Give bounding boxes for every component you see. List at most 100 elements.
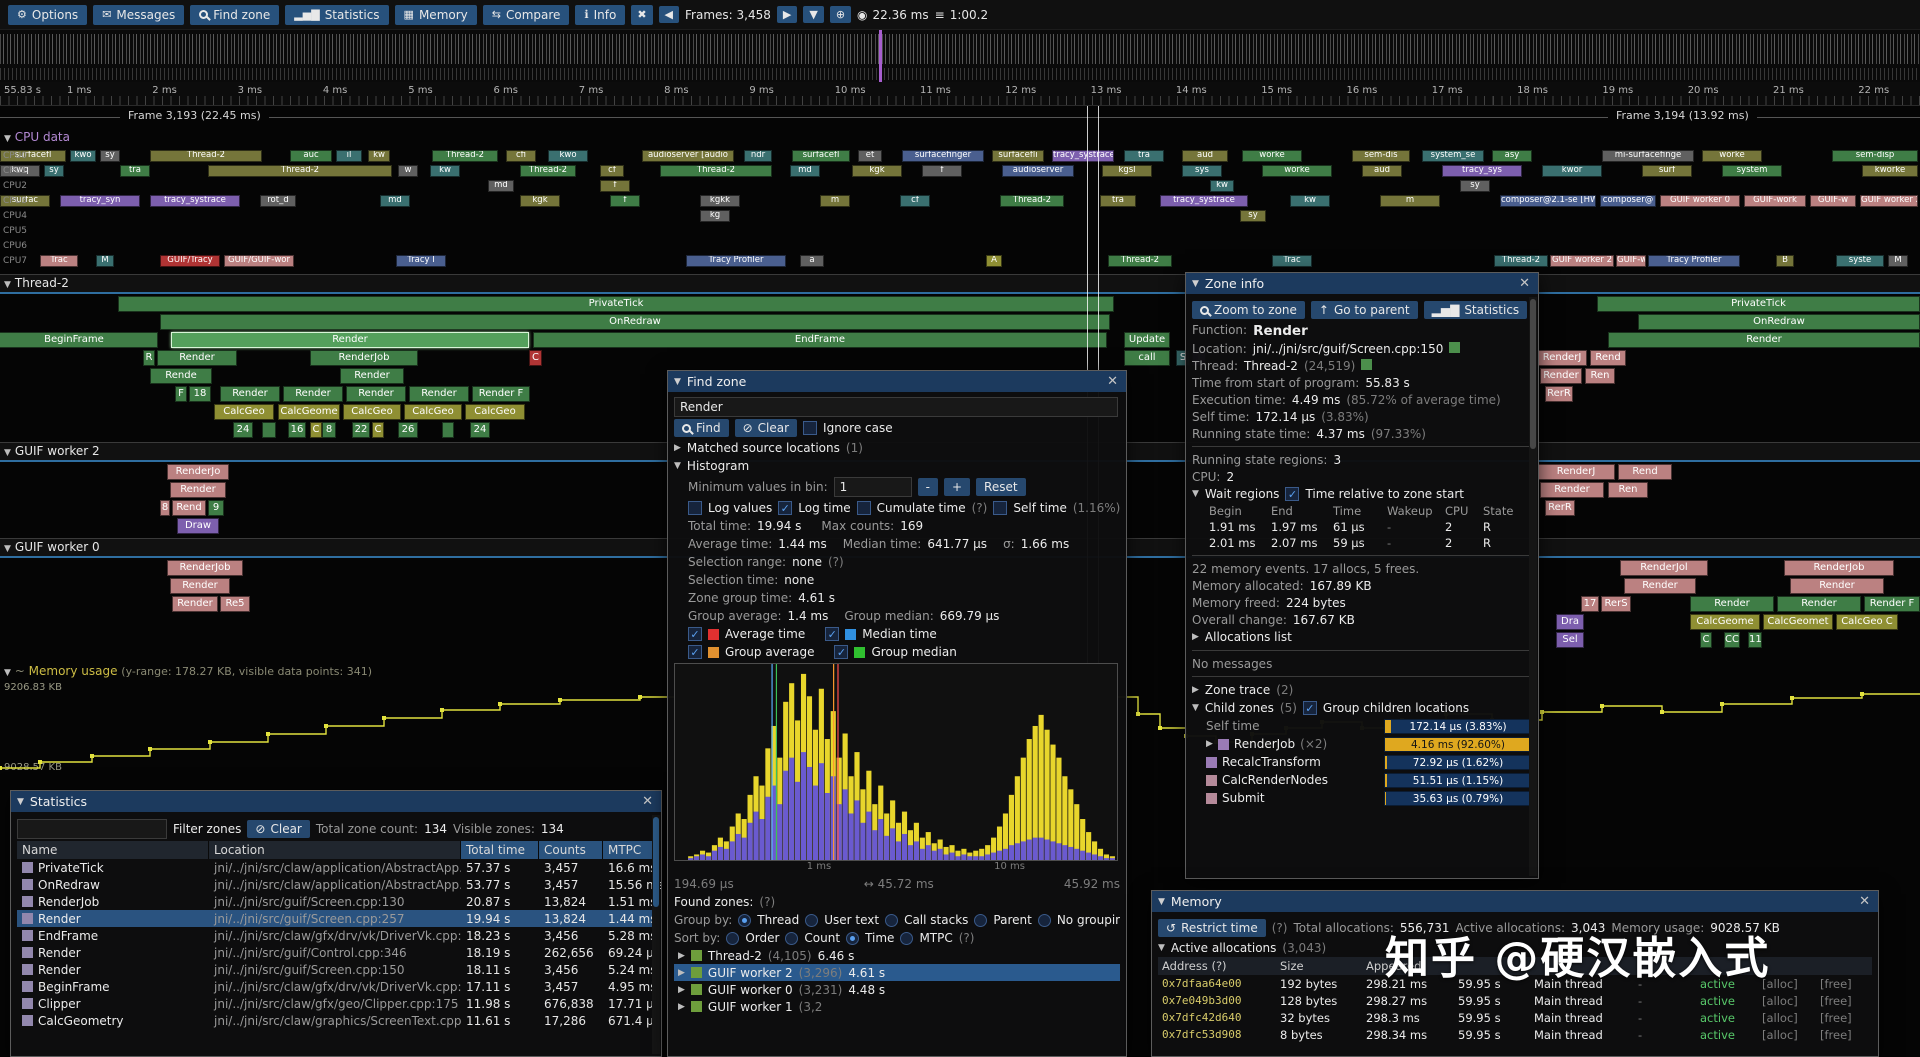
zone-bar[interactable]: 24 <box>233 422 253 438</box>
zone-bar[interactable]: Render <box>1777 596 1861 612</box>
zone-bar[interactable]: Render <box>220 386 280 402</box>
cpu-zone[interactable]: composer@ <box>1600 195 1656 207</box>
cpu-zone[interactable]: tracy_systrace <box>1052 150 1114 162</box>
cpu-zone[interactable]: audioserver [audio <box>642 150 734 162</box>
ignore-case-checkbox[interactable]: ✓ <box>803 421 817 435</box>
zone-bar[interactable]: 8 <box>160 500 170 516</box>
zone-bar[interactable]: Render <box>1608 332 1920 348</box>
zone-bar[interactable]: Render <box>172 596 218 612</box>
cpu-zone[interactable]: GUIF worker 2 <box>1860 195 1918 207</box>
zone-bar[interactable]: 9 <box>208 500 224 516</box>
found-zone-group[interactable]: ▶GUIF worker 1(3,2 <box>674 998 1120 1015</box>
cpu-zone[interactable]: Trac <box>40 255 78 267</box>
cpu-zone[interactable]: audioserver <box>1002 165 1074 177</box>
cpu-zone[interactable]: kg <box>700 210 730 222</box>
table-row[interactable]: Renderjni/../jni/src/guif/Screen.cpp:150… <box>17 961 655 978</box>
toolbar-button-statistics[interactable]: ▂▅▇Statistics <box>285 5 388 25</box>
scrollbar[interactable] <box>1529 297 1537 876</box>
cpu-zone[interactable]: surfacefl <box>792 150 850 162</box>
column-header-size[interactable]: Size <box>1276 957 1362 975</box>
column-header-address-[interactable]: Address (?) <box>1158 957 1276 975</box>
zone-bar[interactable]: RerR <box>1545 386 1573 402</box>
series-checkbox-group-median[interactable]: ✓ <box>834 645 848 659</box>
cpu-zone[interactable]: f <box>600 180 630 192</box>
zone-bar[interactable]: RenderJob <box>1784 560 1894 576</box>
cpu-zone[interactable]: asy <box>1492 150 1532 162</box>
cpu-zone[interactable]: Thread-2 <box>150 150 262 162</box>
cpu-zone[interactable]: w <box>398 165 418 177</box>
radio-thread[interactable] <box>738 914 751 927</box>
zoom-to-zone-button[interactable]: Zoom to zone <box>1192 301 1305 319</box>
memory-usage-header[interactable]: ▼ ~ Memory usage (y-range: 178.27 KB, vi… <box>4 664 372 678</box>
cpu-zone[interactable]: tracy_systrace <box>150 195 240 207</box>
cpu-zone[interactable]: Thread-2 <box>432 150 498 162</box>
cpu-zone[interactable]: tracy_systrace <box>1160 195 1248 207</box>
allocation-row[interactable]: 0x7dfc42d64032 bytes298.3 ms59.95 sMain … <box>1158 1009 1872 1026</box>
cpu-zone[interactable]: Thread-2 <box>1108 255 1172 267</box>
close-icon[interactable]: ✕ <box>1857 894 1872 909</box>
cpu-zone[interactable]: Thread-2 <box>208 165 392 177</box>
cpu-zone[interactable]: tra <box>1100 195 1136 207</box>
zone-bar[interactable] <box>442 422 454 438</box>
thread-value[interactable]: Thread-2 <box>1244 359 1298 373</box>
close-icon[interactable]: ✕ <box>1517 276 1532 291</box>
cpu-zone[interactable]: M <box>96 255 114 267</box>
cpu-zone[interactable]: m <box>820 195 850 207</box>
zone-bar[interactable] <box>262 422 276 438</box>
zone-bar[interactable]: call <box>1124 350 1170 366</box>
cpu-zone[interactable]: rot_d <box>260 195 296 207</box>
wait-regions-header[interactable]: ▼ Wait regions ✓ Time relative to zone s… <box>1192 485 1532 503</box>
zone-bar[interactable]: Re5 <box>220 596 250 612</box>
histogram[interactable] <box>674 663 1118 861</box>
allocation-row[interactable]: 0x7dfc53d9088 bytes298.34 ms59.95 sMain … <box>1158 1026 1872 1043</box>
zone-bar[interactable]: 18 <box>189 386 211 402</box>
zone-bar[interactable]: CalcGeo <box>343 404 401 420</box>
zone-bar[interactable]: Rend <box>1590 350 1626 366</box>
frame-overview-strip[interactable] <box>0 30 1920 82</box>
cpu-zone[interactable]: kgk <box>852 165 902 177</box>
zone-bar[interactable]: Draw <box>177 518 219 534</box>
cpu-zone[interactable]: md <box>790 165 820 177</box>
collapse-icon[interactable]: ▼ <box>1158 897 1165 907</box>
cpu-zone[interactable]: f <box>922 165 962 177</box>
column-header-counts[interactable]: Counts <box>539 841 603 859</box>
zone-bar[interactable]: C <box>1700 632 1712 648</box>
cpu-zone[interactable]: cf <box>600 165 624 177</box>
zone-bar[interactable]: PrivateTick <box>1597 296 1920 312</box>
cpu-zone[interactable]: et <box>858 150 882 162</box>
cpu-zone[interactable]: md <box>380 195 410 207</box>
frame-label-b[interactable]: Frame 3,194 (13.92 ms) <box>1608 109 1757 122</box>
radio-call-stacks[interactable] <box>885 914 898 927</box>
cpu-zone[interactable]: a <box>800 255 824 267</box>
clear-button[interactable]: ⊘Clear <box>735 419 797 437</box>
cpu-zone[interactable]: M <box>1888 255 1908 267</box>
child-zones-header[interactable]: ▼ Child zones (5) ✓ Group children locat… <box>1192 699 1532 717</box>
location-value[interactable]: jni/../jni/src/guif/Screen.cpp:150 <box>1253 342 1444 356</box>
cpu-zone[interactable]: kwo <box>548 150 588 162</box>
cpu-zone[interactable]: GUIF/Tracy <box>160 255 220 267</box>
time-ruler[interactable]: 55.83 s 1 ms2 ms3 ms4 ms5 ms6 ms7 ms8 ms… <box>0 82 1920 106</box>
zone-bar[interactable]: EndFrame <box>533 332 1107 348</box>
zone-bar[interactable]: F <box>175 386 187 402</box>
cpu-zone[interactable]: tra <box>120 165 150 177</box>
zone-bar[interactable]: Ren <box>1585 368 1615 384</box>
cpu-zone[interactable]: sy <box>44 165 64 177</box>
found-zone-group[interactable]: ▶GUIF worker 2(3,296)4.61 s <box>674 964 1120 981</box>
cpu-zone[interactable]: tracy_sys <box>1442 165 1522 177</box>
zone-bar[interactable]: CalcGeo <box>465 404 525 420</box>
cpu-zone[interactable]: kgkk <box>700 195 740 207</box>
zone-bar[interactable]: Rend <box>1618 464 1672 480</box>
found-zone-group[interactable]: ▶Thread-2(4,105)6.46 s <box>674 947 1120 964</box>
focus-frame-button[interactable]: ⊕ <box>830 6 851 23</box>
cpu-zone[interactable]: kwor <box>1542 165 1602 177</box>
thread-header-thread-2[interactable]: ▼Thread-2 <box>0 274 1920 292</box>
cpu-zone[interactable]: sem-dis <box>1352 150 1410 162</box>
statistics-titlebar[interactable]: ▼ Statistics ✕ <box>11 791 661 812</box>
zone-bar[interactable]: Render <box>1624 578 1696 594</box>
radio-no-grouping[interactable] <box>1038 914 1051 927</box>
zone-bar[interactable]: 24 <box>470 422 490 438</box>
zone-bar[interactable]: Render <box>340 368 404 384</box>
zone-bar[interactable]: Render F <box>472 386 530 402</box>
radio-mtpc[interactable] <box>900 932 913 945</box>
toolbar-button-options[interactable]: ⚙Options <box>8 5 87 25</box>
